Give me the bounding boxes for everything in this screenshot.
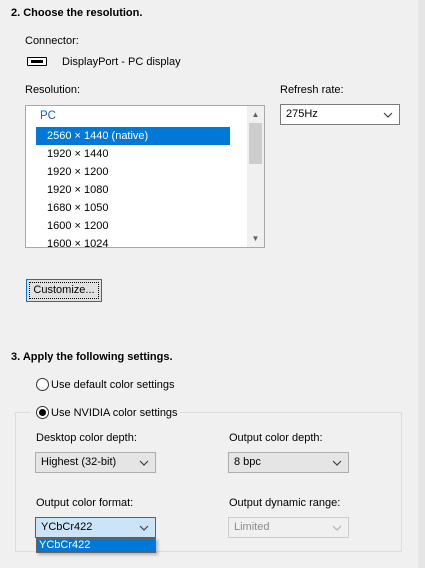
scroll-up-icon[interactable]: ▲ (247, 106, 264, 123)
resolution-item[interactable]: 1600 × 1024 (36, 235, 230, 247)
scroll-thumb[interactable] (249, 123, 262, 164)
resolution-listbox[interactable]: PC 2560 × 1440 (native) 1920 × 1440 1920… (25, 105, 265, 248)
scroll-down-icon[interactable]: ▼ (247, 230, 264, 247)
output-depth-select[interactable]: 8 bpc (228, 452, 349, 473)
customize-button-label: Customize... (33, 284, 95, 296)
chevron-down-icon (139, 518, 151, 537)
output-depth-label: Output color depth: (229, 432, 323, 444)
connector-label: Connector: (25, 35, 79, 47)
nvidia-color-radio[interactable] (36, 406, 49, 419)
resolution-item[interactable]: 1920 × 1080 (36, 181, 230, 199)
chevron-down-icon (139, 453, 151, 472)
default-color-label[interactable]: Use default color settings (51, 379, 175, 391)
window-edge (418, 0, 425, 568)
resolution-item[interactable]: 1600 × 1200 (36, 217, 230, 235)
resolution-item[interactable]: 1920 × 1440 (36, 145, 230, 163)
resolution-item-selected[interactable]: 2560 × 1440 (native) (36, 127, 230, 145)
resolution-label: Resolution: (25, 84, 81, 96)
chevron-down-icon (383, 105, 395, 124)
section-3-title: 3. Apply the following settings. (11, 351, 173, 363)
section-2-title: 2. Choose the resolution. (11, 7, 143, 19)
output-range-label: Output dynamic range: (229, 497, 341, 509)
desktop-depth-label: Desktop color depth: (36, 432, 137, 444)
output-format-select[interactable]: YCbCr422 (35, 517, 156, 538)
resolution-item[interactable]: 1920 × 1200 (36, 163, 230, 181)
default-color-radio[interactable] (36, 378, 49, 391)
output-format-label: Output color format: (36, 497, 134, 509)
displayport-icon (27, 57, 47, 66)
resolution-item[interactable]: 1680 × 1050 (36, 199, 230, 217)
output-format-value: YCbCr422 (41, 521, 93, 533)
output-range-select: Limited (228, 517, 349, 538)
connector-value: DisplayPort - PC display (62, 56, 181, 68)
customize-button[interactable]: Customize... (26, 279, 102, 302)
refresh-rate-select[interactable]: 275Hz (280, 104, 400, 125)
output-format-option[interactable]: YCbCr422 (36, 538, 156, 553)
desktop-depth-select[interactable]: Highest (32-bit) (35, 452, 156, 473)
refresh-rate-value: 275Hz (286, 108, 318, 120)
list-group-pc: PC (40, 110, 56, 122)
output-range-value: Limited (234, 521, 270, 533)
nvidia-color-label[interactable]: Use NVIDIA color settings (51, 407, 178, 419)
refresh-rate-label: Refresh rate: (280, 84, 344, 96)
chevron-down-icon (332, 518, 344, 537)
desktop-depth-value: Highest (32-bit) (41, 456, 117, 468)
output-depth-value: 8 bpc (234, 456, 261, 468)
resolution-scrollbar[interactable]: ▲ ▼ (247, 106, 264, 247)
chevron-down-icon (332, 453, 344, 472)
